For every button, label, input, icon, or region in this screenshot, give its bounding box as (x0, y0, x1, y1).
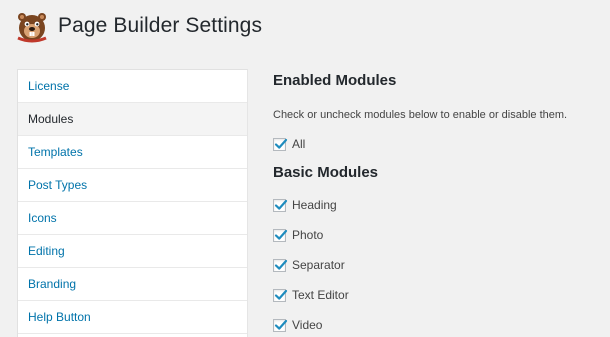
sidebar-item-license[interactable]: License (18, 70, 247, 103)
settings-page: Page Builder Settings License Modules Te… (0, 0, 610, 337)
heading-checkbox[interactable] (273, 198, 288, 212)
module-checkbox-separator[interactable]: Separator (273, 257, 345, 273)
checkmark-icon (274, 289, 288, 300)
checkmark-icon (274, 259, 288, 270)
sidebar-item-post-types[interactable]: Post Types (18, 169, 247, 202)
checkmark-icon (274, 138, 288, 149)
photo-checkbox[interactable] (273, 228, 288, 242)
module-checkbox-text-editor[interactable]: Text Editor (273, 287, 349, 303)
sidebar-item-branding[interactable]: Branding (18, 268, 247, 301)
module-checkbox-photo[interactable]: Photo (273, 227, 323, 243)
enabled-modules-heading: Enabled Modules (273, 72, 397, 89)
modules-description: Check or uncheck modules below to enable… (273, 109, 568, 121)
page-title: Page Builder Settings (58, 14, 263, 37)
module-label: Text Editor (292, 288, 349, 302)
module-checkbox-heading[interactable]: Heading (273, 197, 337, 213)
sidebar-item-templates[interactable]: Templates (18, 136, 247, 169)
module-label: Separator (292, 258, 345, 272)
module-label: Video (292, 318, 323, 332)
beaver-logo-icon (17, 13, 47, 43)
settings-nav: License Modules Templates Post Types Ico… (17, 69, 248, 337)
checkmark-icon (274, 319, 288, 330)
all-checkbox[interactable] (273, 137, 288, 151)
sidebar-item-icons[interactable]: Icons (18, 202, 247, 235)
page-header: Page Builder Settings (14, 6, 262, 46)
all-checkbox-row[interactable]: All (273, 136, 305, 152)
all-checkbox-label: All (292, 137, 306, 151)
sidebar-item-help-button[interactable]: Help Button (18, 301, 247, 334)
module-label: Heading (292, 198, 337, 212)
module-label: Photo (292, 228, 324, 242)
basic-modules-heading: Basic Modules (273, 164, 379, 181)
text-editor-checkbox[interactable] (273, 288, 288, 302)
separator-checkbox[interactable] (273, 258, 288, 272)
sidebar-item-editing[interactable]: Editing (18, 235, 247, 268)
checkmark-icon (274, 229, 288, 240)
module-checkbox-video[interactable]: Video (273, 317, 322, 333)
checkmark-icon (274, 199, 288, 210)
video-checkbox[interactable] (273, 318, 288, 332)
sidebar-item-modules[interactable]: Modules (18, 103, 247, 136)
